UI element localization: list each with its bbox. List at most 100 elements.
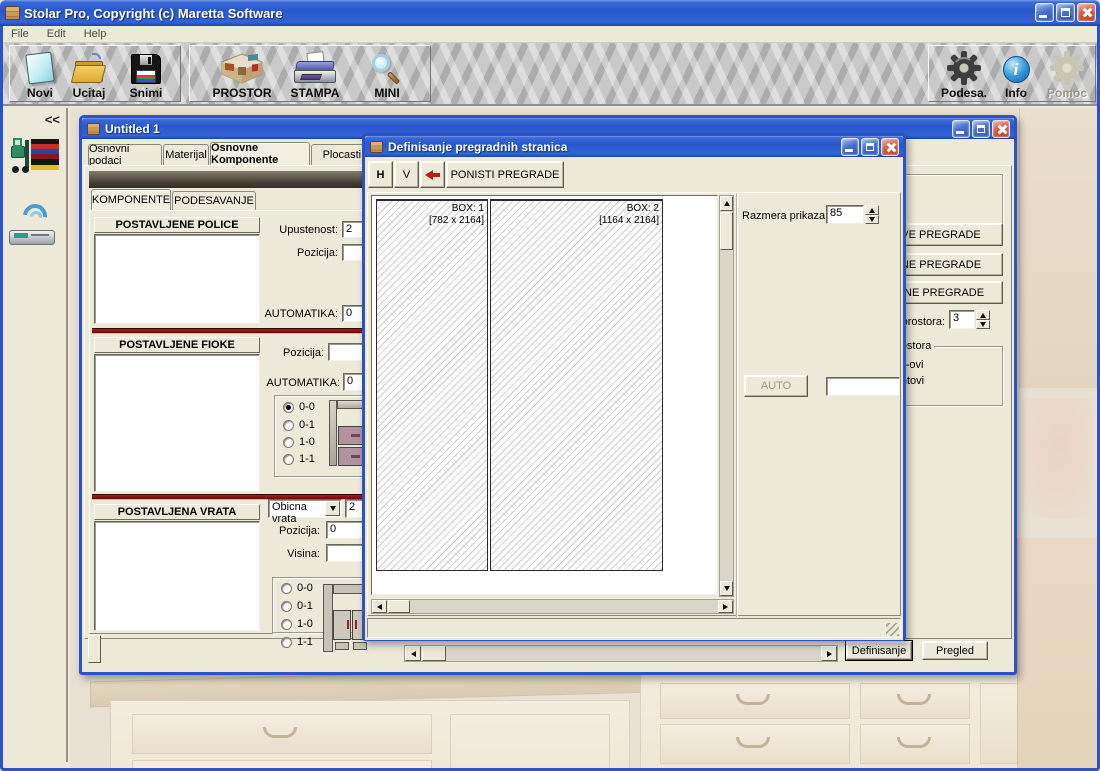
room-icon (219, 52, 265, 86)
scanner-icon[interactable] (9, 204, 61, 248)
vrata-radio-group: 0-0 0-1 1-0 1-1 (272, 577, 370, 633)
forklift-icon[interactable] (11, 134, 59, 178)
doc-minimize-icon[interactable] (952, 120, 970, 138)
auto-button[interactable]: AUTO (744, 375, 808, 397)
minimize-icon[interactable] (1035, 3, 1054, 22)
tab-materijal[interactable]: Materijal (163, 144, 209, 165)
printer-icon (293, 52, 337, 86)
razmera-label: Razmera prikaza: (742, 210, 828, 222)
police-automatika-label: AUTOMATIKA: (258, 308, 338, 320)
stampa-button[interactable]: STAMPA (282, 48, 348, 100)
vrata-pozicija-field[interactable]: 0 (326, 521, 366, 539)
razmera-field[interactable]: 85 (826, 205, 864, 224)
section-dark-bar (89, 171, 367, 188)
canvas-v-scrollbar[interactable] (719, 195, 734, 597)
menu-file[interactable]: File (11, 28, 29, 40)
left-scroll-remnant[interactable] (88, 635, 101, 663)
ponisti-pregrade-button[interactable]: PONISTI PREGRADE (446, 161, 564, 188)
dialog-workarea: BOX: 1 [782 x 2164] BOX: 2 [1164 x 2164] (367, 192, 901, 616)
definisanje-button[interactable]: Definisanje (846, 641, 912, 660)
visina-label: Visina: (268, 548, 320, 560)
fioke-listbox[interactable] (94, 354, 260, 492)
box-2[interactable]: BOX: 2 [1164 x 2164] (490, 199, 663, 571)
canvas-v-thumb[interactable] (720, 212, 733, 250)
fioke-radio-1-0[interactable]: 1-0 (283, 436, 315, 448)
doc-maximize-icon[interactable] (972, 120, 990, 138)
help-gear-icon (1049, 50, 1085, 86)
prostor-button[interactable]: PROSTOR (204, 48, 280, 100)
dialog-close-icon[interactable] (881, 138, 899, 156)
pregrade-dialog: Definisanje pregradnih stranica H V (362, 133, 906, 641)
doc-scroll-left-icon[interactable] (405, 646, 421, 661)
menu-edit[interactable]: Edit (47, 28, 66, 40)
save-floppy-icon (130, 52, 162, 86)
doc-scroll-right-icon[interactable] (821, 646, 837, 661)
dialog-maximize-icon[interactable] (861, 138, 879, 156)
tab-osnovni-podaci[interactable]: Osnovni podaci (88, 144, 162, 165)
red-left-arrow-icon (425, 170, 440, 180)
canvas-h-thumb[interactable] (388, 600, 410, 613)
fioke-radio-0-0[interactable]: 0-0 (283, 401, 315, 413)
pregled-button[interactable]: Pregled (922, 641, 988, 660)
screen: Stolar Pro, Copyright (c) Maretta Softwa… (0, 0, 1100, 771)
vrata-radio-1-1[interactable]: 1-1 (281, 636, 313, 648)
canvas-scroll-left-icon[interactable] (372, 600, 387, 613)
canvas-scroll-up-icon[interactable] (720, 196, 733, 211)
h-button[interactable]: H (368, 161, 393, 188)
fioke-header: POSTAVLJENE FIOKE (94, 337, 260, 353)
vrata-radio-0-0[interactable]: 0-0 (281, 582, 313, 594)
novi-button[interactable]: Novi (16, 48, 64, 100)
fioke-radio-1-1[interactable]: 1-1 (283, 453, 315, 465)
gear-icon (946, 50, 982, 86)
maximize-icon[interactable] (1056, 3, 1075, 22)
doc-title: Untitled 1 (105, 122, 160, 136)
prostora-field[interactable]: 3 (949, 310, 975, 329)
vrata-radio-1-0[interactable]: 1-0 (281, 618, 313, 630)
info-button[interactable]: i Info (995, 48, 1037, 100)
menu-help[interactable]: Help (84, 28, 107, 40)
canvas-scroll-down-icon[interactable] (720, 581, 733, 596)
dialog-titlebar: Definisanje pregradnih stranica (365, 136, 903, 157)
box-2-label: BOX: 2 (599, 203, 659, 215)
canvas-h-scrollbar[interactable] (371, 599, 734, 614)
mini-button[interactable]: MINI (358, 48, 416, 100)
box-1[interactable]: BOX: 1 [782 x 2164] (376, 199, 488, 571)
undo-arrow-button[interactable] (420, 161, 445, 188)
main-toolbar: Novi Ucitaj Snimi (3, 43, 1097, 106)
fioke-pozicija-field[interactable] (328, 343, 364, 361)
vrata-radio-0-1[interactable]: 0-1 (281, 600, 313, 612)
tab-komponente[interactable]: KOMPONENTE (91, 189, 171, 210)
app-window: Stolar Pro, Copyright (c) Maretta Softwa… (0, 0, 1100, 771)
v-button[interactable]: V (394, 161, 419, 188)
police-listbox[interactable] (94, 234, 260, 324)
razmera-spinner[interactable] (865, 205, 879, 224)
dialog-minimize-icon[interactable] (841, 138, 859, 156)
vrata-type-dropdown[interactable]: Obicna vrata (268, 499, 342, 518)
dialog-icon (370, 141, 383, 153)
doc-scroll-thumb[interactable] (422, 646, 446, 661)
ucitaj-button[interactable]: Ucitaj (64, 48, 114, 100)
tab-osnovne-komponente[interactable]: Osnovne Komponente (210, 142, 310, 165)
canvas-scroll-right-icon[interactable] (718, 600, 733, 613)
new-document-icon (25, 52, 55, 86)
pomoc-button[interactable]: Pomoc (1041, 48, 1093, 100)
dropdown-arrow-icon[interactable] (325, 501, 340, 516)
podesa-button[interactable]: Podesa. (935, 48, 993, 100)
fioke-radio-0-1[interactable]: 0-1 (283, 419, 315, 431)
vrata-listbox[interactable] (94, 521, 260, 631)
close-icon[interactable] (1077, 3, 1096, 22)
prostora-spinner[interactable] (976, 310, 990, 329)
doc-close-icon[interactable] (992, 120, 1010, 138)
sidebar-collapse-button[interactable]: << (45, 112, 60, 127)
vrata-pozicija-label: Pozicija: (262, 525, 320, 537)
resize-grip-icon[interactable] (886, 623, 899, 636)
magnifier-icon (369, 52, 405, 86)
pregrade-canvas[interactable]: BOX: 1 [782 x 2164] BOX: 2 [1164 x 2164] (371, 195, 718, 595)
auto-value-field[interactable] (826, 377, 900, 396)
doc-h-scrollbar[interactable] (404, 645, 838, 662)
dialog-title: Definisanje pregradnih stranica (388, 140, 567, 154)
box-1-dims: [782 x 2164] (429, 215, 484, 227)
open-folder-icon (72, 52, 106, 86)
tab-podesavanje[interactable]: PODESAVANJE (172, 191, 256, 210)
snimi-button[interactable]: Snimi (118, 48, 174, 100)
